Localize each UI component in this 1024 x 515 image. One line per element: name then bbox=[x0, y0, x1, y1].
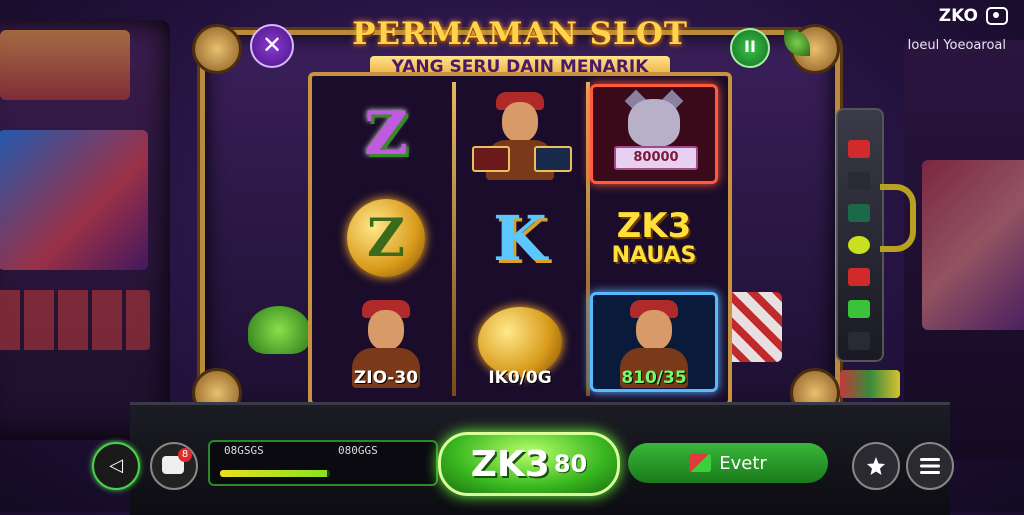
balance-label: 08GSGS bbox=[224, 444, 264, 457]
reel-symbol: Z bbox=[322, 84, 450, 184]
chip-button[interactable]: 8 bbox=[150, 442, 198, 490]
star-button[interactable] bbox=[852, 442, 900, 490]
background-arcade-left bbox=[0, 20, 170, 440]
bet-button[interactable]: Evetr bbox=[628, 443, 828, 483]
reel-symbol: Z bbox=[322, 188, 450, 288]
star-icon bbox=[867, 457, 885, 475]
reel-2: K IK0/0G bbox=[456, 84, 584, 394]
indicator-light bbox=[848, 268, 870, 286]
reel-3: 80000 ZK3 NAUAS 810/35 bbox=[590, 84, 718, 394]
indicator-light bbox=[848, 236, 870, 254]
symbol-z: Z bbox=[367, 207, 405, 269]
reel-symbol bbox=[456, 84, 584, 184]
symbol-text: NAUAS bbox=[611, 243, 697, 268]
indicator-light bbox=[848, 140, 870, 158]
reel-symbol: 80000 bbox=[590, 84, 718, 184]
spin-button[interactable]: ZK3 80 bbox=[438, 432, 620, 496]
back-button[interactable]: ◁ bbox=[92, 442, 140, 490]
arcade-screen bbox=[922, 160, 1024, 330]
symbol-value: IK0/0G bbox=[488, 368, 552, 388]
reels-area: Z Z ZIO-30 K IK0/0G 80000 ZK3 NAUAS 810/… bbox=[308, 72, 732, 406]
frame-ornament bbox=[192, 24, 242, 74]
coin-icon bbox=[478, 307, 562, 377]
side-control-panel bbox=[836, 108, 884, 362]
symbol-value: 80000 bbox=[614, 146, 698, 170]
indicator-light bbox=[848, 172, 870, 190]
notification-badge: 8 bbox=[178, 448, 192, 462]
gift-box-decoration bbox=[726, 292, 782, 362]
brand-logo: ZKO bbox=[939, 6, 1008, 26]
close-button[interactable]: ✕ bbox=[250, 24, 294, 68]
reel-symbol: 810/35 bbox=[590, 292, 718, 392]
bet-label: Evetr bbox=[719, 452, 767, 474]
slot-lever[interactable] bbox=[880, 184, 916, 252]
balance-progress-bar bbox=[220, 470, 330, 477]
symbol-value: 810/35 bbox=[621, 368, 687, 388]
menu-button[interactable] bbox=[906, 442, 954, 490]
reel-symbol: ZIO-30 bbox=[322, 292, 450, 392]
pause-button[interactable]: II bbox=[730, 28, 770, 68]
indicator-light bbox=[848, 300, 870, 318]
symbol-z: Z bbox=[364, 99, 408, 169]
balance-value: 080GGS bbox=[338, 444, 378, 457]
button-panel-decoration bbox=[840, 370, 900, 398]
spin-amount: 80 bbox=[553, 450, 588, 478]
coin-icon: Z bbox=[347, 199, 425, 277]
arcade-marquee bbox=[0, 30, 130, 100]
indicator-light bbox=[848, 332, 870, 350]
balance-panel: 08GSGS 080GGS bbox=[208, 440, 438, 486]
bet-icon bbox=[689, 454, 712, 472]
balance-progress-fill bbox=[220, 470, 327, 477]
reel-symbol: IK0/0G bbox=[456, 292, 584, 392]
brand-subtitle: Ioeul Yoeoaroal bbox=[907, 38, 1006, 53]
zk3-symbol: ZK3 NAUAS bbox=[612, 208, 697, 268]
indicator-light bbox=[848, 204, 870, 222]
symbol-value: ZIO-30 bbox=[353, 368, 419, 388]
menu-icon bbox=[920, 458, 940, 474]
camera-icon[interactable] bbox=[986, 7, 1008, 25]
symbol-k: K bbox=[493, 201, 547, 275]
reel-symbol: K bbox=[456, 188, 584, 288]
arcade-reels bbox=[0, 290, 150, 350]
symbol-text: ZK3 bbox=[616, 206, 692, 246]
arcade-screen bbox=[0, 130, 148, 270]
character-portrait bbox=[472, 88, 572, 180]
reel-symbol: ZK3 NAUAS bbox=[590, 188, 718, 288]
reel-1: Z Z ZIO-30 bbox=[322, 84, 450, 394]
brand-name: ZKO bbox=[938, 6, 978, 26]
plant-decoration bbox=[248, 306, 310, 354]
spin-label: ZK3 bbox=[470, 443, 550, 485]
game-title: PERMAMAN SLOT bbox=[352, 16, 688, 52]
background-arcade-right bbox=[904, 40, 1024, 460]
